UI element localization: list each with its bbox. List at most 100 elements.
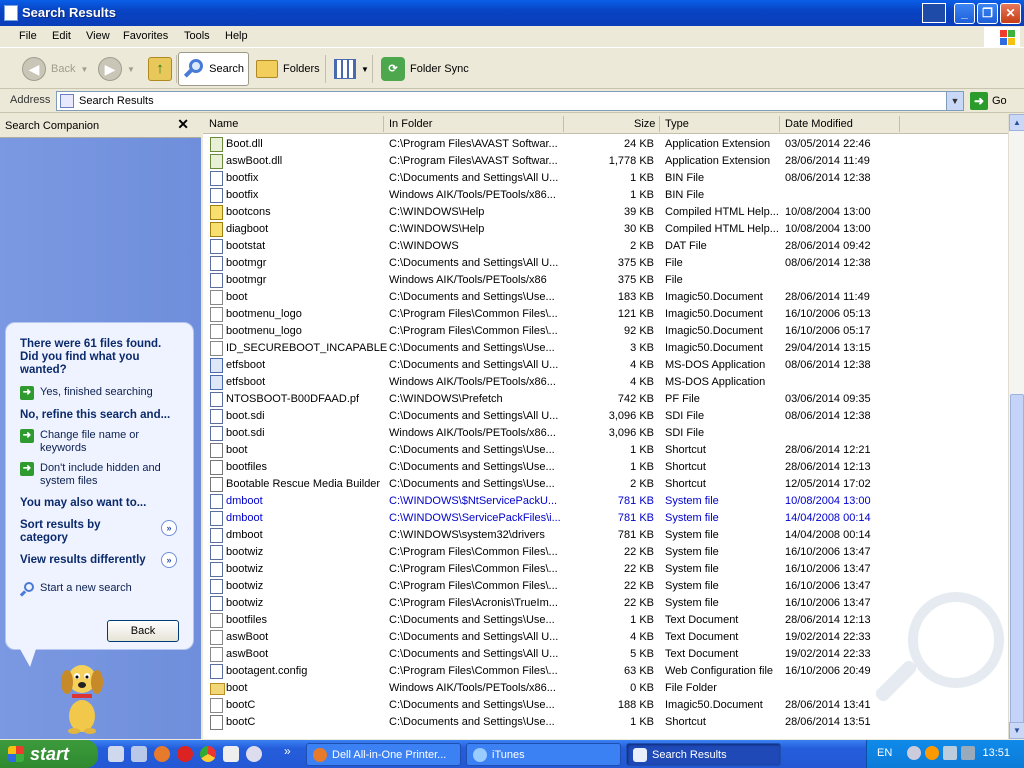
language-indicator[interactable]: EN	[877, 747, 892, 759]
address-field[interactable]: Search Results ▼	[56, 91, 964, 111]
tray-arrow-icon[interactable]	[907, 746, 921, 760]
menu-edit[interactable]: Edit	[52, 30, 71, 42]
table-row[interactable]: bootfiles C:\Documents and Settings\Use..…	[203, 612, 1008, 629]
table-row[interactable]: bootmgr Windows AIK/Tools/PETools/x86 375 …	[203, 272, 1008, 289]
cell-size: 63 KB	[624, 665, 654, 677]
table-row[interactable]: NTOSBOOT-B00DFAAD.pf C:\WINDOWS\Prefetch 7…	[203, 391, 1008, 408]
close-pane-icon[interactable]: ✕	[177, 116, 189, 133]
cell-date: 19/02/2014 22:33	[785, 631, 871, 643]
volume-icon[interactable]	[961, 746, 975, 760]
shortcut-file-icon	[210, 477, 223, 492]
media-player-icon[interactable]	[246, 746, 262, 762]
table-row[interactable]: bootC C:\Documents and Settings\Use... 1 K…	[203, 714, 1008, 731]
table-row[interactable]: bootfix C:\Documents and Settings\All U..…	[203, 170, 1008, 187]
col-type[interactable]: Type	[665, 118, 689, 130]
col-name[interactable]: Name	[209, 118, 238, 130]
minimize-button[interactable]: _	[954, 3, 975, 24]
col-size[interactable]: Size	[634, 118, 655, 130]
vertical-scrollbar[interactable]: ▲ ▼	[1008, 114, 1024, 739]
view-results-link[interactable]: View results differently	[20, 554, 146, 567]
scroll-up-icon[interactable]: ▲	[1009, 114, 1024, 131]
scroll-thumb[interactable]	[1010, 394, 1024, 724]
col-date-modified[interactable]: Date Modified	[785, 118, 853, 130]
views-dropdown-icon[interactable]: ▼	[361, 65, 369, 74]
back-button[interactable]: ◀ Back ▼	[18, 52, 92, 86]
table-row[interactable]: dmboot C:\WINDOWS\$NtServicePackU... 781 K…	[203, 493, 1008, 510]
table-row[interactable]: bootwiz C:\Program Files\Common Files\...…	[203, 544, 1008, 561]
sort-results-link[interactable]: Sort results by category	[20, 519, 145, 545]
menu-help[interactable]: Help	[225, 30, 248, 42]
scroll-down-icon[interactable]: ▼	[1009, 722, 1024, 739]
address-dropdown-icon[interactable]: ▼	[946, 92, 963, 110]
up-folder-button[interactable]: ↑	[144, 52, 176, 86]
table-row[interactable]: dmboot C:\WINDOWS\ServicePackFiles\i... 78…	[203, 510, 1008, 527]
opera-icon[interactable]	[177, 746, 193, 762]
table-row[interactable]: boot C:\Documents and Settings\Use... 183 …	[203, 289, 1008, 306]
dont-include-hidden-label: Don't include hidden and system files	[40, 462, 161, 487]
table-row[interactable]: bootmgr C:\Documents and Settings\All U..…	[203, 255, 1008, 272]
quick-launch-icon[interactable]	[108, 746, 124, 762]
more-quick-launch-icon[interactable]: »	[284, 744, 291, 758]
table-row[interactable]: bootwiz C:\Program Files\Common Files\...…	[203, 578, 1008, 595]
table-row[interactable]: ID_SECUREBOOT_INCAPABLE C:\Documents and …	[203, 340, 1008, 357]
table-row[interactable]: bootcons C:\WINDOWS\Help 39 KB Compiled HTM…	[203, 204, 1008, 221]
table-row[interactable]: boot.sdi C:\Documents and Settings\All U.…	[203, 408, 1008, 425]
start-new-search-link[interactable]: Start a new search	[19, 582, 132, 597]
address-label: Address	[10, 94, 51, 106]
menu-tools[interactable]: Tools	[184, 30, 210, 42]
table-row[interactable]: diagboot C:\WINDOWS\Help 30 KB Compiled HTM…	[203, 221, 1008, 238]
table-row[interactable]: dmboot C:\WINDOWS\system32\drivers 781 KB S…	[203, 527, 1008, 544]
yes-finished-link[interactable]: ➜ Yes, finished searching	[20, 386, 153, 400]
start-button[interactable]: start	[0, 740, 98, 768]
table-row[interactable]: bootwiz C:\Program Files\Common Files\...…	[203, 561, 1008, 578]
folders-button[interactable]: Folders	[252, 52, 324, 86]
quick-launch-icon[interactable]	[131, 746, 147, 762]
menu-view[interactable]: View	[86, 30, 110, 42]
dont-include-hidden-link[interactable]: ➜ Don't include hidden and system files	[20, 462, 180, 488]
expand-chevron-icon[interactable]: »	[161, 552, 177, 568]
expand-chevron-icon[interactable]: »	[161, 520, 177, 536]
table-row[interactable]: bootmenu_logo C:\Program Files\Common Fil…	[203, 323, 1008, 340]
table-row[interactable]: bootfiles C:\Documents and Settings\Use..…	[203, 459, 1008, 476]
search-button[interactable]: Search	[178, 52, 249, 86]
firefox-icon[interactable]	[154, 746, 170, 762]
cell-date: 10/08/2004 13:00	[785, 206, 871, 218]
table-row[interactable]: etfsboot C:\Documents and Settings\All U.…	[203, 357, 1008, 374]
quick-launch-icon[interactable]	[223, 746, 239, 762]
go-button[interactable]: ➜ Go	[970, 92, 1007, 110]
table-row[interactable]: Bootable Rescue Media Builder C:\Document…	[203, 476, 1008, 493]
table-row[interactable]: aswBoot C:\Documents and Settings\All U..…	[203, 629, 1008, 646]
task-search-results[interactable]: Search Results	[626, 743, 781, 766]
views-button[interactable]: ▼	[330, 52, 373, 86]
table-row[interactable]: bootmenu_logo C:\Program Files\Common Fil…	[203, 306, 1008, 323]
col-in-folder[interactable]: In Folder	[389, 118, 432, 130]
cell-type: BIN File	[665, 172, 705, 184]
close-button[interactable]: ✕	[1000, 3, 1021, 24]
table-row[interactable]: boot.sdi Windows AIK/Tools/PETools/x86...…	[203, 425, 1008, 442]
avast-icon[interactable]	[925, 746, 939, 760]
task-dell-printer[interactable]: Dell All-in-One Printer...	[306, 743, 461, 766]
folder-sync-button[interactable]: ⟳ Folder Sync	[377, 52, 473, 86]
table-row[interactable]: boot C:\Documents and Settings\Use... 1 KB…	[203, 442, 1008, 459]
forward-button[interactable]: ▶ ▼	[94, 52, 139, 86]
cell-in-folder: C:\WINDOWS\ServicePackFiles\i...	[389, 512, 561, 524]
table-row[interactable]: bootwiz C:\Program Files\Acronis\TrueIm..…	[203, 595, 1008, 612]
chrome-icon[interactable]	[200, 746, 216, 762]
monitor-icon[interactable]	[922, 3, 946, 23]
menu-favorites[interactable]: Favorites	[123, 30, 168, 42]
maximize-button[interactable]: ❐	[977, 3, 998, 24]
forward-dropdown-icon[interactable]: ▼	[127, 65, 135, 74]
table-row[interactable]: aswBoot.dll C:\Program Files\AVAST Softwa…	[203, 153, 1008, 170]
table-row[interactable]: aswBoot C:\Documents and Settings\All U..…	[203, 646, 1008, 663]
back-button-companion[interactable]: Back	[107, 620, 179, 642]
back-dropdown-icon[interactable]: ▼	[80, 65, 88, 74]
table-row[interactable]: bootstat C:\WINDOWS 2 KB DAT File 28/06/2014…	[203, 238, 1008, 255]
task-itunes[interactable]: iTunes	[466, 743, 621, 766]
menu-file[interactable]: File	[19, 30, 37, 42]
table-row[interactable]: bootfix Windows AIK/Tools/PETools/x86... 1…	[203, 187, 1008, 204]
table-row[interactable]: bootagent.config C:\Program Files\Common …	[203, 663, 1008, 680]
table-row[interactable]: etfsboot Windows AIK/Tools/PETools/x86...…	[203, 374, 1008, 391]
table-row[interactable]: Boot.dll C:\Program Files\AVAST Softwar..…	[203, 136, 1008, 153]
network-icon[interactable]	[943, 746, 957, 760]
change-file-name-link[interactable]: ➜ Change file name or keywords	[20, 429, 160, 455]
